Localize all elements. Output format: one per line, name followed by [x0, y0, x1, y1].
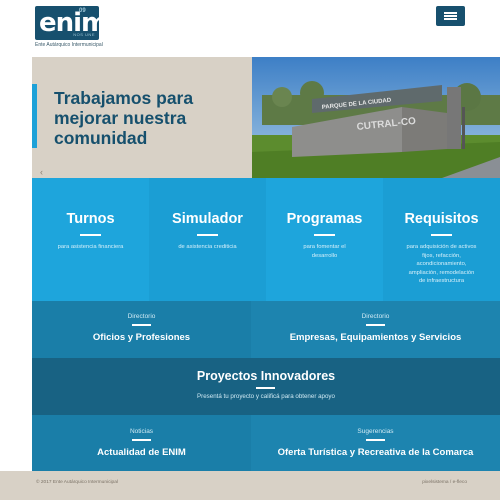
block-eyebrow: Sugerencias: [357, 428, 394, 435]
block-divider: [256, 387, 275, 389]
logo-subtitle: Ente Autárquico Intermunicipal: [35, 42, 103, 48]
block-title: Empresas, Equipamientos y Servicios: [289, 332, 462, 343]
block-eyebrow: Directorio: [127, 313, 156, 320]
block-divider: [366, 324, 385, 326]
hamburger-icon-bar: [444, 15, 457, 17]
tile-simulador[interactable]: Simulador de asistencia crediticia: [149, 178, 266, 301]
block-divider: [366, 439, 385, 441]
tile-divider: [431, 234, 452, 236]
logo-small-number: 09: [79, 8, 86, 14]
projects-block[interactable]: Proyectos Innovadores Presentá tu proyec…: [32, 358, 500, 415]
hero-accent-bar: [32, 84, 37, 148]
projects-subtitle: Presentá tu proyecto y calificá para obt…: [197, 393, 335, 400]
footer-credit-link[interactable]: pixelsistema / e-fleco: [422, 480, 467, 485]
tile-subtitle: de asistencia crediticia: [178, 244, 237, 250]
tile-subtitle: para asistencia financiera: [57, 244, 124, 250]
hamburger-icon: [444, 12, 457, 14]
hero-text-panel: Trabajamos para mejorar nuestra comunida…: [32, 57, 252, 178]
hero-banner: Trabajamos para mejorar nuestra comunida…: [32, 57, 500, 178]
park-entrance-photo: PARQUE DE LA CIUDAD CUTRAL-CO: [252, 57, 500, 178]
block-title: Oferta Turística y Recreativa de la Coma…: [277, 447, 474, 458]
block-title: Oficios y Profesiones: [92, 332, 191, 343]
enim-logo[interactable]: enim 09 NOS UNE: [35, 6, 99, 40]
hero-title: Trabajamos para mejorar nuestra comunida…: [54, 88, 194, 148]
block-title: Actualidad de ENIM: [97, 447, 186, 458]
prev-arrow-icon[interactable]: ‹: [40, 167, 43, 177]
tile-title: Turnos: [66, 211, 115, 227]
service-tiles: Turnos para asistencia financiera Simula…: [32, 178, 500, 301]
header: enim 09 NOS UNE Ente Autárquico Intermun…: [0, 0, 500, 56]
footer-copyright: © 2017 Ente Autárquico Intermunicipal: [36, 480, 118, 485]
hamburger-icon-bar: [444, 18, 457, 20]
tile-programas[interactable]: Programas para fomentar el desarrollo: [266, 178, 383, 301]
news-actualidad[interactable]: Noticias Actualidad de ENIM: [32, 415, 251, 471]
block-eyebrow: Directorio: [361, 313, 390, 320]
tile-title: Simulador: [172, 211, 243, 227]
logo-tagline: NOS UNE: [73, 32, 95, 37]
tile-divider: [197, 234, 218, 236]
suggestions-oferta[interactable]: Sugerencias Oferta Turística y Recreativ…: [251, 415, 500, 471]
tile-divider: [314, 234, 335, 236]
block-divider: [132, 324, 151, 326]
projects-title: Proyectos Innovadores: [196, 369, 336, 383]
menu-button[interactable]: [436, 6, 465, 26]
block-eyebrow: Noticias: [129, 428, 154, 435]
tile-requisitos[interactable]: Requisitos para adquisición de activos f…: [383, 178, 500, 301]
block-divider: [132, 439, 151, 441]
directory-oficios[interactable]: Directorio Oficios y Profesiones: [32, 301, 251, 358]
tile-turnos[interactable]: Turnos para asistencia financiera: [32, 178, 149, 301]
tile-subtitle: para fomentar el desarrollo: [303, 244, 346, 259]
tile-title: Requisitos: [404, 211, 479, 227]
tile-title: Programas: [286, 211, 363, 227]
hero-photo: PARQUE DE LA CIUDAD CUTRAL-CO: [252, 57, 500, 178]
directory-empresas[interactable]: Directorio Empresas, Equipamientos y Ser…: [251, 301, 500, 358]
tile-subtitle: para adquisición de activos fijos, refac…: [406, 244, 477, 284]
tile-divider: [80, 234, 101, 236]
footer: © 2017 Ente Autárquico Intermunicipal pi…: [0, 471, 500, 500]
